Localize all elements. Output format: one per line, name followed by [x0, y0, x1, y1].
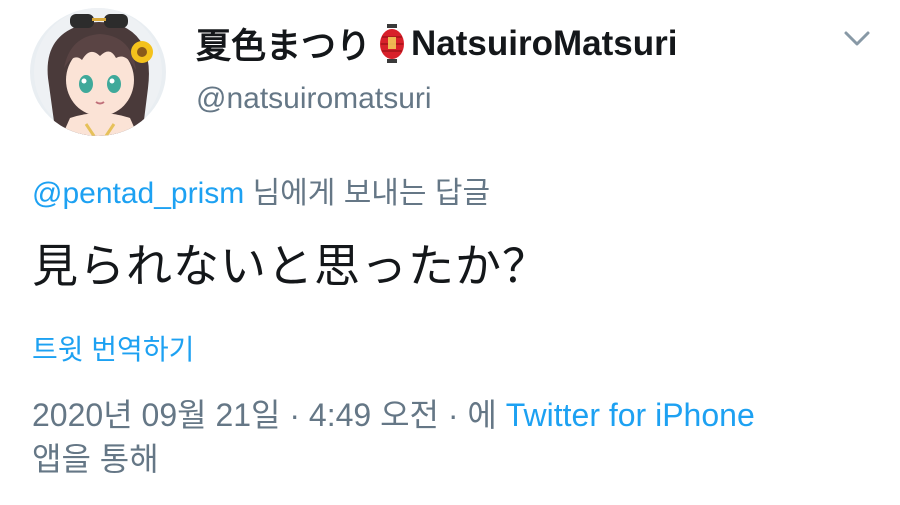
user-handle[interactable]: @natsuiromatsuri	[196, 82, 432, 116]
tweet-timestamp: 2020년 09월 21일 · 4:49 오전 · 에	[32, 397, 506, 433]
red-paper-lantern-icon	[377, 23, 407, 65]
user-display-name-row[interactable]: 夏色まつり NatsuiroMatsuri	[196, 18, 677, 69]
display-name-english: NatsuiroMatsuri	[411, 23, 678, 63]
chevron-down-icon[interactable]	[842, 28, 872, 50]
tweet-text: 見られないと思ったか？	[32, 240, 549, 292]
tweet-source-link[interactable]: Twitter for iPhone	[506, 397, 755, 433]
tweet-metadata: 2020년 09월 21일 · 4:49 오전 · 에 Twitter for …	[32, 393, 882, 481]
tweet-source-suffix: 앱을 통해	[32, 441, 159, 477]
avatar[interactable]	[30, 8, 166, 136]
reply-context: @pentad_prism 님에게 보내는 답글	[32, 168, 490, 212]
reply-context-suffix: 님에게 보내는 답글	[244, 177, 491, 210]
display-name: 夏色まつり	[196, 27, 372, 66]
translate-tweet-link[interactable]: 트윗 번역하기	[32, 328, 194, 368]
reply-mention-link[interactable]: @pentad_prism	[32, 177, 244, 210]
